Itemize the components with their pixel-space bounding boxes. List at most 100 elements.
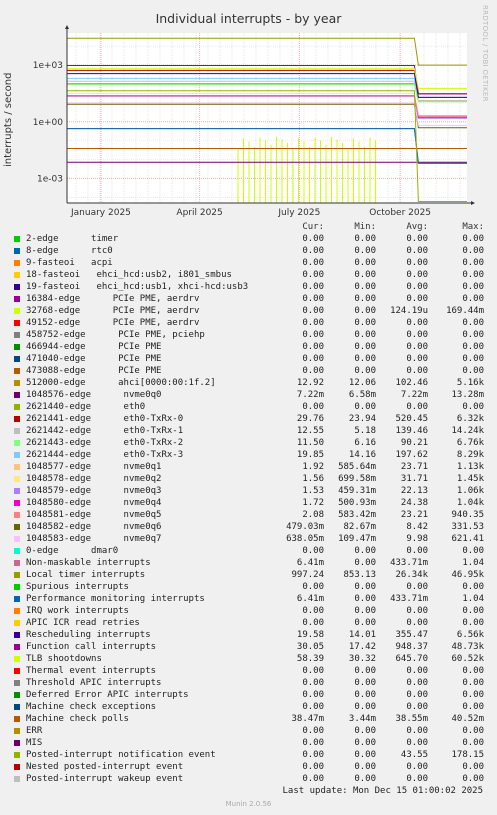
legend-row: 1048581-edge nvme0q5 2.08 583.42m 23.21 940.… [0, 509, 497, 521]
legend-series-name: Nested posted-interrupt event [26, 762, 184, 772]
legend-max-value: 0.00 [462, 726, 484, 736]
legend-avg-value: 0.00 [406, 666, 428, 676]
legend-row: Posted-interrupt wakeup event 0.00 0.00 0.0… [0, 773, 497, 785]
legend-swatch [14, 704, 20, 710]
legend-series-name: 2621440-edge eth0 [26, 402, 146, 412]
legend-cur-value: 0.00 [302, 342, 324, 352]
legend-row: 1048578-edge nvme0q2 1.56 699.58m 31.71 1.45… [0, 473, 497, 485]
legend-row: Threshold APIC interrupts 0.00 0.00 0.00 0.0… [0, 677, 497, 689]
legend-max-value: 0.00 [462, 402, 484, 412]
legend-series-name: 16384-edge PCIe PME, aerdrv [26, 294, 200, 304]
legend-max-value: 0.00 [462, 342, 484, 352]
legend-max-value: 0.00 [462, 282, 484, 292]
legend-series-name: ERR [26, 726, 43, 736]
legend-series-name: Deferred Error APIC interrupts [26, 690, 189, 700]
legend-swatch [14, 572, 20, 578]
legend-avg-value: 520.45 [395, 414, 428, 424]
legend-max-value: 5.16k [456, 378, 484, 388]
legend-min-value: 0.00 [354, 690, 376, 700]
legend-series-name: Machine check polls [26, 714, 129, 724]
legend-cur-value: 2.08 [302, 510, 324, 520]
legend-avg-value: 22.13 [400, 486, 428, 496]
legend-swatch [14, 488, 20, 494]
legend-avg-value: 948.37 [395, 642, 428, 652]
legend-swatch [14, 332, 20, 338]
legend-min-value: 0.00 [354, 618, 376, 628]
legend-min-value: 500.93m [338, 498, 376, 508]
legend-min-value: 583.42m [338, 510, 376, 520]
legend-swatch [14, 248, 20, 254]
legend-swatch [14, 236, 20, 242]
legend-cur-value: 6.41m [296, 558, 324, 568]
legend-swatch [14, 740, 20, 746]
legend-series-name: 466944-edge PCIe PME [26, 342, 162, 352]
legend-max-value: 0.00 [462, 246, 484, 256]
legend-avg-value: 0.00 [406, 702, 428, 712]
legend-min-value: 0.00 [354, 558, 376, 568]
legend-series-name: MIS [26, 738, 43, 748]
legend-series-name: Local timer interrupts [26, 570, 146, 580]
legend-series-name: 1048581-edge nvme0q5 [26, 510, 162, 520]
legend-row: 19-fasteoi ehci_hcd:usb1, xhci-hcd:usb3 0… [0, 281, 497, 293]
legend-min-value: 0.00 [354, 774, 376, 784]
legend-series-name: 8-edge rtc0 [26, 246, 113, 256]
legend-max-value: 14.24k [451, 426, 484, 436]
header-max: Max: [462, 222, 484, 232]
legend-cur-value: 0.00 [302, 702, 324, 712]
legend-avg-value: 43.55 [400, 750, 428, 760]
legend-row: Local timer interrupts 997.24 853.13 26.34k… [0, 569, 497, 581]
legend-cur-value: 19.58 [296, 630, 324, 640]
legend-max-value: 0.00 [462, 546, 484, 556]
legend-avg-value: 0.00 [406, 366, 428, 376]
interrupts-chart: 1e-03 1e+00 1e+03 January 2025 April 2025 Jul… [33, 25, 475, 218]
legend-series-name: IRQ work interrupts [26, 606, 129, 616]
legend-series-name: 0-edge dmar0 [26, 546, 119, 556]
legend-swatch [14, 392, 20, 398]
legend-series-name: 458752-edge PCIe PME, pciehp [26, 330, 205, 340]
legend-min-value: 6.16 [354, 438, 376, 448]
legend-swatch [14, 512, 20, 518]
legend-max-value: 0.00 [462, 354, 484, 364]
legend-cur-value: 0.00 [302, 330, 324, 340]
legend-swatch [14, 344, 20, 350]
legend-cur-value: 0.00 [302, 546, 324, 556]
legend-swatch [14, 584, 20, 590]
legend-swatch [14, 716, 20, 722]
legend-max-value: 940.35 [451, 510, 484, 520]
legend-row: 8-edge rtc0 0.00 0.00 0.00 0.00 [0, 245, 497, 257]
legend-avg-value: 0.00 [406, 774, 428, 784]
legend-swatch [14, 272, 20, 278]
legend-min-value: 3.44m [348, 714, 376, 724]
legend-min-value: 14.16 [348, 450, 376, 460]
legend-avg-value: 26.34k [395, 570, 428, 580]
legend-avg-value: 38.55m [395, 714, 428, 724]
legend-cur-value: 1.56 [302, 474, 324, 484]
legend-row: Rescheduling interrupts 19.58 14.01 355.47 6… [0, 629, 497, 641]
legend-min-value: 0.00 [354, 606, 376, 616]
legend-min-value: 6.58m [348, 390, 376, 400]
legend-series-name: Spurious interrupts [26, 582, 129, 592]
legend-min-value: 0.00 [354, 738, 376, 748]
legend-avg-value: 0.00 [406, 330, 428, 340]
legend-row: Machine check exceptions 0.00 0.00 0.00 0.00 [0, 701, 497, 713]
munin-version: Munin 2.0.56 [225, 800, 272, 808]
legend-swatch [14, 308, 20, 314]
legend-max-value: 0.00 [462, 618, 484, 628]
legend-cur-value: 12.92 [296, 378, 324, 388]
legend-cur-value: 38.47m [291, 714, 324, 724]
legend-avg-value: 0.00 [406, 282, 428, 292]
legend-cur-value: 0.00 [302, 762, 324, 772]
legend-min-value: 0.00 [354, 666, 376, 676]
legend-max-value: 621.41 [451, 534, 484, 544]
legend-min-value: 0.00 [354, 366, 376, 376]
legend-min-value: 109.47m [338, 534, 376, 544]
legend-cur-value: 0.00 [302, 618, 324, 628]
legend-swatch [14, 680, 20, 686]
legend-swatch [14, 464, 20, 470]
legend-series-name: 2621442-edge eth0-TxRx-1 [26, 426, 184, 436]
legend-cur-value: 6.41m [296, 594, 324, 604]
legend-series-name: 1048576-edge nvme0q0 [26, 390, 162, 400]
legend-series-name: TLB shootdowns [26, 654, 102, 664]
legend-row: IRQ work interrupts 0.00 0.00 0.00 0.00 [0, 605, 497, 617]
legend-swatch [14, 596, 20, 602]
